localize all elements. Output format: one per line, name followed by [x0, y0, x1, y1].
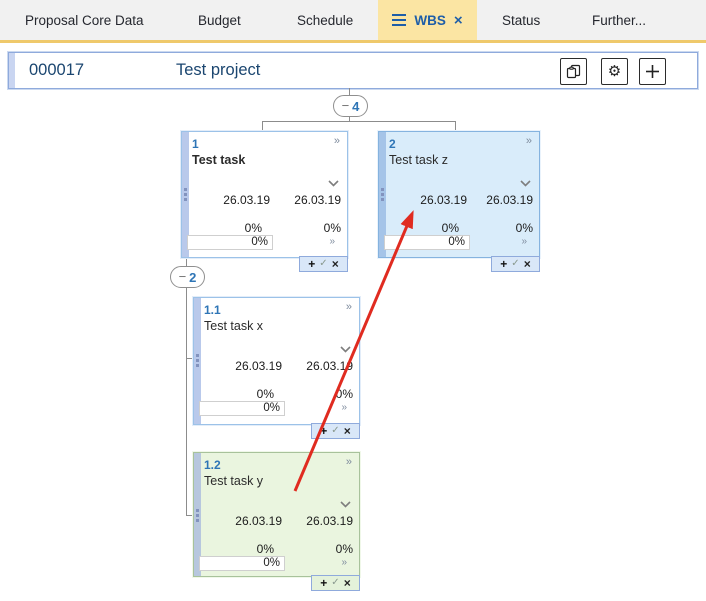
- percent-left: 0%: [194, 387, 274, 401]
- connector-branch-horizontal: [262, 121, 456, 122]
- percent-right: 0%: [516, 221, 533, 235]
- connector-stub-card12: [186, 515, 193, 516]
- delete-icon[interactable]: ×: [344, 577, 351, 589]
- card-id: 2: [389, 137, 396, 151]
- check-icon[interactable]: ✓: [331, 426, 339, 436]
- card-1-1-toolbar[interactable]: + ✓ ×: [311, 423, 360, 439]
- card-id: 1.1: [204, 303, 221, 317]
- check-icon[interactable]: ✓: [331, 578, 339, 588]
- card-title: Test task z: [389, 153, 448, 167]
- tab-bar: Proposal Core Data Budget Schedule WBS ×…: [0, 0, 706, 40]
- start-date: 26.03.19: [194, 514, 282, 528]
- percent-input[interactable]: 0%: [199, 556, 285, 571]
- percent-input[interactable]: 0%: [199, 401, 285, 416]
- collapse-minus: −: [179, 270, 187, 283]
- more-chevron-icon[interactable]: »: [329, 236, 335, 248]
- tab-further[interactable]: Further...: [592, 0, 646, 40]
- end-date: 26.03.19: [294, 193, 341, 207]
- tab-close-icon[interactable]: ×: [454, 13, 463, 28]
- wbs-card-2[interactable]: 2 » Test task z 26.03.19 26.03.19 0% 0% …: [378, 131, 540, 258]
- settings-button[interactable]: ⚙: [601, 58, 628, 85]
- tab-wbs-label: WBS: [414, 13, 446, 28]
- chevron-down-icon[interactable]: [520, 174, 531, 192]
- wbs-card-1[interactable]: 1 » Test task 26.03.19 26.03.19 0% 0% 0%…: [181, 131, 348, 258]
- connector-stub-card11: [186, 358, 193, 359]
- tab-budget[interactable]: Budget: [198, 0, 241, 40]
- connector-sub-trunk: [186, 286, 187, 515]
- wbs-app-window: Proposal Core Data Budget Schedule WBS ×…: [0, 0, 706, 601]
- plus-icon: [644, 63, 661, 80]
- more-chevron-icon[interactable]: »: [346, 456, 352, 469]
- more-chevron-icon[interactable]: »: [346, 301, 352, 314]
- chevron-down-icon[interactable]: [340, 340, 351, 358]
- tab-wbs[interactable]: WBS ×: [378, 0, 477, 40]
- connector-root-top: [349, 88, 350, 95]
- card-id: 1.2: [204, 458, 221, 472]
- card-id: 1: [192, 137, 199, 151]
- project-header-bar: 000017 Test project ⚙: [8, 52, 698, 89]
- collapse-minus: −: [342, 99, 350, 112]
- tab-status[interactable]: Status: [502, 0, 540, 40]
- card-1-toolbar[interactable]: + ✓ ×: [299, 256, 348, 272]
- collapse-pill-root[interactable]: − 4: [333, 95, 368, 117]
- add-icon[interactable]: +: [320, 577, 327, 589]
- card-2-toolbar[interactable]: + ✓ ×: [491, 256, 540, 272]
- more-chevron-icon[interactable]: »: [526, 135, 532, 148]
- connector-drop-card1: [262, 121, 263, 131]
- wbs-card-1-1[interactable]: 1.1 » Test task x 26.03.19 26.03.19 0% 0…: [193, 297, 360, 425]
- add-icon[interactable]: +: [320, 425, 327, 437]
- card-title: Test task x: [204, 319, 263, 333]
- collapse-count: 2: [189, 271, 196, 284]
- paste-icon: [565, 63, 582, 80]
- end-date: 26.03.19: [486, 193, 533, 207]
- hamburger-menu-icon[interactable]: [392, 14, 406, 27]
- add-icon[interactable]: +: [308, 258, 315, 270]
- percent-input[interactable]: 0%: [384, 235, 470, 250]
- more-chevron-icon[interactable]: »: [341, 402, 347, 414]
- percent-input[interactable]: 0%: [187, 235, 273, 250]
- card-1-2-toolbar[interactable]: + ✓ ×: [311, 575, 360, 591]
- more-chevron-icon[interactable]: »: [341, 557, 347, 569]
- percent-right: 0%: [324, 221, 341, 235]
- check-icon[interactable]: ✓: [511, 259, 519, 269]
- card-title: Test task y: [204, 474, 263, 488]
- tab-proposal-core-data[interactable]: Proposal Core Data: [25, 0, 144, 40]
- add-node-button[interactable]: [639, 58, 666, 85]
- add-icon[interactable]: +: [500, 258, 507, 270]
- chevron-down-icon[interactable]: [340, 495, 351, 513]
- more-chevron-icon[interactable]: »: [521, 236, 527, 248]
- check-icon[interactable]: ✓: [319, 259, 327, 269]
- percent-right: 0%: [336, 542, 353, 556]
- delete-icon[interactable]: ×: [332, 258, 339, 270]
- tab-schedule[interactable]: Schedule: [297, 0, 353, 40]
- gear-icon: ⚙: [608, 64, 621, 79]
- chevron-down-icon[interactable]: [328, 174, 339, 192]
- collapse-count: 4: [352, 100, 359, 113]
- project-number: 000017: [29, 61, 84, 80]
- project-name: Test project: [176, 61, 260, 80]
- tab-underline: [0, 40, 706, 43]
- percent-left: 0%: [182, 221, 262, 235]
- paste-button[interactable]: [560, 58, 587, 85]
- start-date: 26.03.19: [182, 193, 270, 207]
- percent-right: 0%: [336, 387, 353, 401]
- start-date: 26.03.19: [379, 193, 467, 207]
- start-date: 26.03.19: [194, 359, 282, 373]
- connector-drop-card2: [455, 121, 456, 131]
- delete-icon[interactable]: ×: [524, 258, 531, 270]
- collapse-pill-task1[interactable]: − 2: [170, 266, 205, 288]
- end-date: 26.03.19: [306, 359, 353, 373]
- percent-left: 0%: [379, 221, 459, 235]
- end-date: 26.03.19: [306, 514, 353, 528]
- percent-left: 0%: [194, 542, 274, 556]
- delete-icon[interactable]: ×: [344, 425, 351, 437]
- card-title: Test task: [192, 153, 245, 167]
- more-chevron-icon[interactable]: »: [334, 135, 340, 148]
- header-grip-strip: [9, 53, 15, 88]
- wbs-card-1-2[interactable]: 1.2 » Test task y 26.03.19 26.03.19 0% 0…: [193, 452, 360, 577]
